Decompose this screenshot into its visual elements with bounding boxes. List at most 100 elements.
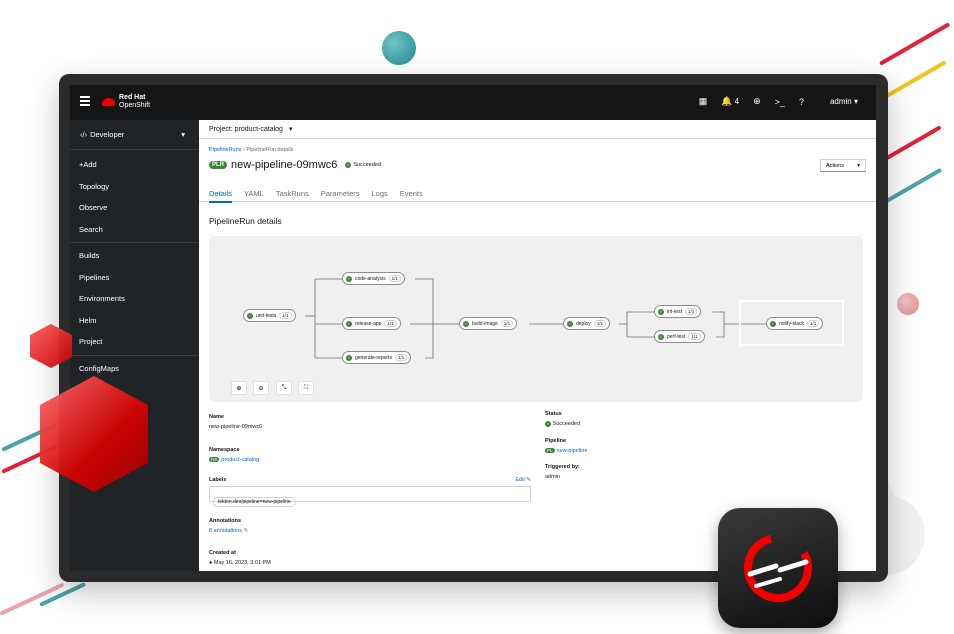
detail-created-at: Created at ● May 16, 2023, 3:01 PM	[209, 550, 271, 566]
check-circle-icon: ✓	[545, 421, 551, 427]
check-circle-icon: ✓	[658, 308, 664, 315]
namespace-link[interactable]: product-catalog	[221, 457, 259, 463]
help-icon[interactable]: ?	[799, 97, 804, 107]
teal-ball-decoration	[382, 31, 416, 65]
detail-label: Triggered by:	[545, 464, 580, 470]
task-count: 1/1	[279, 312, 292, 319]
pipeline-task-node[interactable]: ✓ generate-reports 1/1	[342, 351, 412, 364]
globe-icon: ●	[209, 560, 213, 566]
check-circle-icon: ✓	[346, 354, 352, 361]
labels-box: tekton.dev/pipeline=new-pipeline	[209, 486, 531, 507]
detail-triggered-by: Triggered by: admin	[545, 464, 580, 480]
perspective-label: Developer	[90, 130, 125, 139]
redhat-openshift-logo[interactable]: Red Hat OpenShift	[102, 94, 150, 110]
task-name: code-analysis	[355, 275, 386, 282]
page-title-row: PLR new-pipeline-09mwc6 ✓ Succeeded	[209, 159, 381, 171]
detail-label: Annotations	[209, 518, 242, 524]
detail-label: Labels	[209, 477, 227, 483]
check-circle-icon: ✓	[463, 320, 469, 327]
check-circle-icon: ✓	[247, 312, 253, 319]
redhat-hat-icon	[102, 98, 115, 106]
pipeline-task-node[interactable]: ✓ code-analysis 1/1	[342, 272, 405, 285]
sidebar-item-observe[interactable]: Observe	[70, 197, 199, 219]
pipeline-task-node[interactable]: ✓ perf-test 1/1	[654, 330, 705, 343]
app-launcher-grid-icon[interactable]: ▦	[699, 96, 708, 107]
task-count: 1/1	[500, 320, 514, 327]
detail-namespace: Namespace NS product-catalog	[209, 447, 259, 463]
tab-parameters[interactable]: Parameters	[321, 184, 360, 202]
perspective-switcher[interactable]: ‹/› Developer ▾	[70, 120, 199, 150]
user-name: admin	[829, 97, 852, 106]
sidebar-item-builds[interactable]: Builds	[70, 245, 199, 267]
pencil-icon: ✎	[526, 477, 531, 483]
tab-logs[interactable]: Logs	[372, 184, 388, 202]
pipeline-task-node[interactable]: ✓ unit-tests 1/1	[243, 309, 296, 322]
task-name: notify-slack	[779, 320, 805, 327]
detail-label: Name	[209, 414, 224, 420]
labels-edit-label: Edit	[515, 477, 525, 483]
brand-bottom: OpenShift	[119, 102, 151, 109]
tab-events[interactable]: Events	[400, 184, 423, 202]
project-selector[interactable]: Project: product-catalog ▾	[199, 120, 876, 139]
masthead: Red Hat OpenShift ▦ 🔔 4 ⊕ >_ ? admin ▾	[70, 85, 876, 120]
zoom-in-icon[interactable]: ⊕	[231, 381, 247, 395]
detail-value: admin	[545, 474, 560, 480]
caret-down-icon: ▾	[857, 162, 860, 169]
task-count: 1/1	[384, 320, 397, 327]
detail-annotations: Annotations 8 annotations ✎	[209, 518, 248, 534]
annotations-link[interactable]: 8 annotations	[209, 528, 242, 534]
pipeline-badge: PL	[545, 448, 555, 453]
status-badge-label: Succeeded	[353, 162, 381, 168]
sidebar-item-add[interactable]: +Add	[70, 154, 199, 176]
pipeline-task-node[interactable]: ✓ deploy 1/1	[563, 317, 610, 330]
status-badge: ✓ Succeeded	[345, 162, 381, 168]
breadcrumb-current: PipelineRun details	[246, 147, 294, 153]
sidebar-item-search[interactable]: Search	[70, 219, 199, 241]
actions-dropdown[interactable]: Actions ▾	[820, 159, 866, 172]
sidebar-item-pipelines[interactable]: Pipelines	[70, 267, 199, 289]
check-circle-icon: ✓	[567, 320, 573, 327]
tab-details[interactable]: Details	[209, 184, 232, 203]
sidebar-item-helm[interactable]: Helm	[70, 310, 199, 332]
openshift-console-screen: Red Hat OpenShift ▦ 🔔 4 ⊕ >_ ? admin ▾ ‹…	[70, 85, 876, 571]
task-count: 1/1	[593, 320, 606, 327]
pipeline-task-node[interactable]: ✓ build-image 1/1	[459, 317, 518, 330]
namespace-badge: NS	[209, 457, 220, 462]
breadcrumb: PipelineRuns › PipelineRun details	[209, 147, 293, 153]
pipeline-task-node[interactable]: ✓ release-app 1/1	[342, 317, 401, 330]
pipeline-task-node[interactable]: ✓ int-test 1/1	[654, 305, 702, 318]
detail-value: May 16, 2023, 3:01 PM	[213, 560, 271, 566]
breadcrumb-pipelineruns-link[interactable]: PipelineRuns	[209, 147, 241, 153]
terminal-icon[interactable]: >_	[775, 97, 785, 107]
main-content: Project: product-catalog ▾ PipelineRuns …	[199, 120, 876, 571]
sidebar-item-topology[interactable]: Topology	[70, 176, 199, 198]
user-menu[interactable]: admin ▾	[830, 97, 858, 106]
hamburger-menu-icon[interactable]	[80, 96, 90, 106]
labels-edit-link[interactable]: Edit ✎	[515, 477, 531, 483]
sidebar-item-environments[interactable]: Environments	[70, 288, 199, 310]
pink-ball-decoration	[897, 293, 919, 315]
pipelinerun-badge: PLR	[209, 161, 227, 169]
fit-to-screen-icon[interactable]: ⤡	[276, 381, 292, 395]
pencil-icon: ✎	[243, 528, 249, 534]
sidebar-item-configmaps[interactable]: ConfigMaps	[70, 358, 199, 380]
detail-name: Name new-pipeline-09mwc6	[209, 414, 262, 430]
caret-down-icon: ▾	[181, 130, 185, 139]
pipeline-task-node[interactable]: ✓ notify-slack 1/1	[766, 317, 824, 330]
notifications-count: 4	[734, 97, 740, 106]
zoom-out-icon[interactable]: ⊖	[253, 381, 269, 395]
check-circle-icon: ✓	[346, 320, 352, 327]
sidebar-item-project[interactable]: Project	[70, 331, 199, 353]
plus-circle-icon[interactable]: ⊕	[753, 96, 761, 107]
task-name: generate-reports	[355, 354, 392, 361]
pipeline-link[interactable]: new-pipeline	[557, 448, 588, 454]
task-name: release-app	[355, 320, 382, 327]
reset-view-icon[interactable]: ⛶	[298, 381, 314, 395]
notifications-button[interactable]: 🔔 4	[721, 96, 739, 107]
sidebar-divider	[70, 354, 199, 356]
task-name: unit-tests	[256, 312, 277, 319]
section-title: PipelineRun details	[209, 216, 282, 226]
tab-taskruns[interactable]: TaskRuns	[276, 184, 309, 202]
tab-yaml[interactable]: YAML	[244, 184, 264, 202]
check-circle-icon: ✓	[770, 320, 776, 327]
